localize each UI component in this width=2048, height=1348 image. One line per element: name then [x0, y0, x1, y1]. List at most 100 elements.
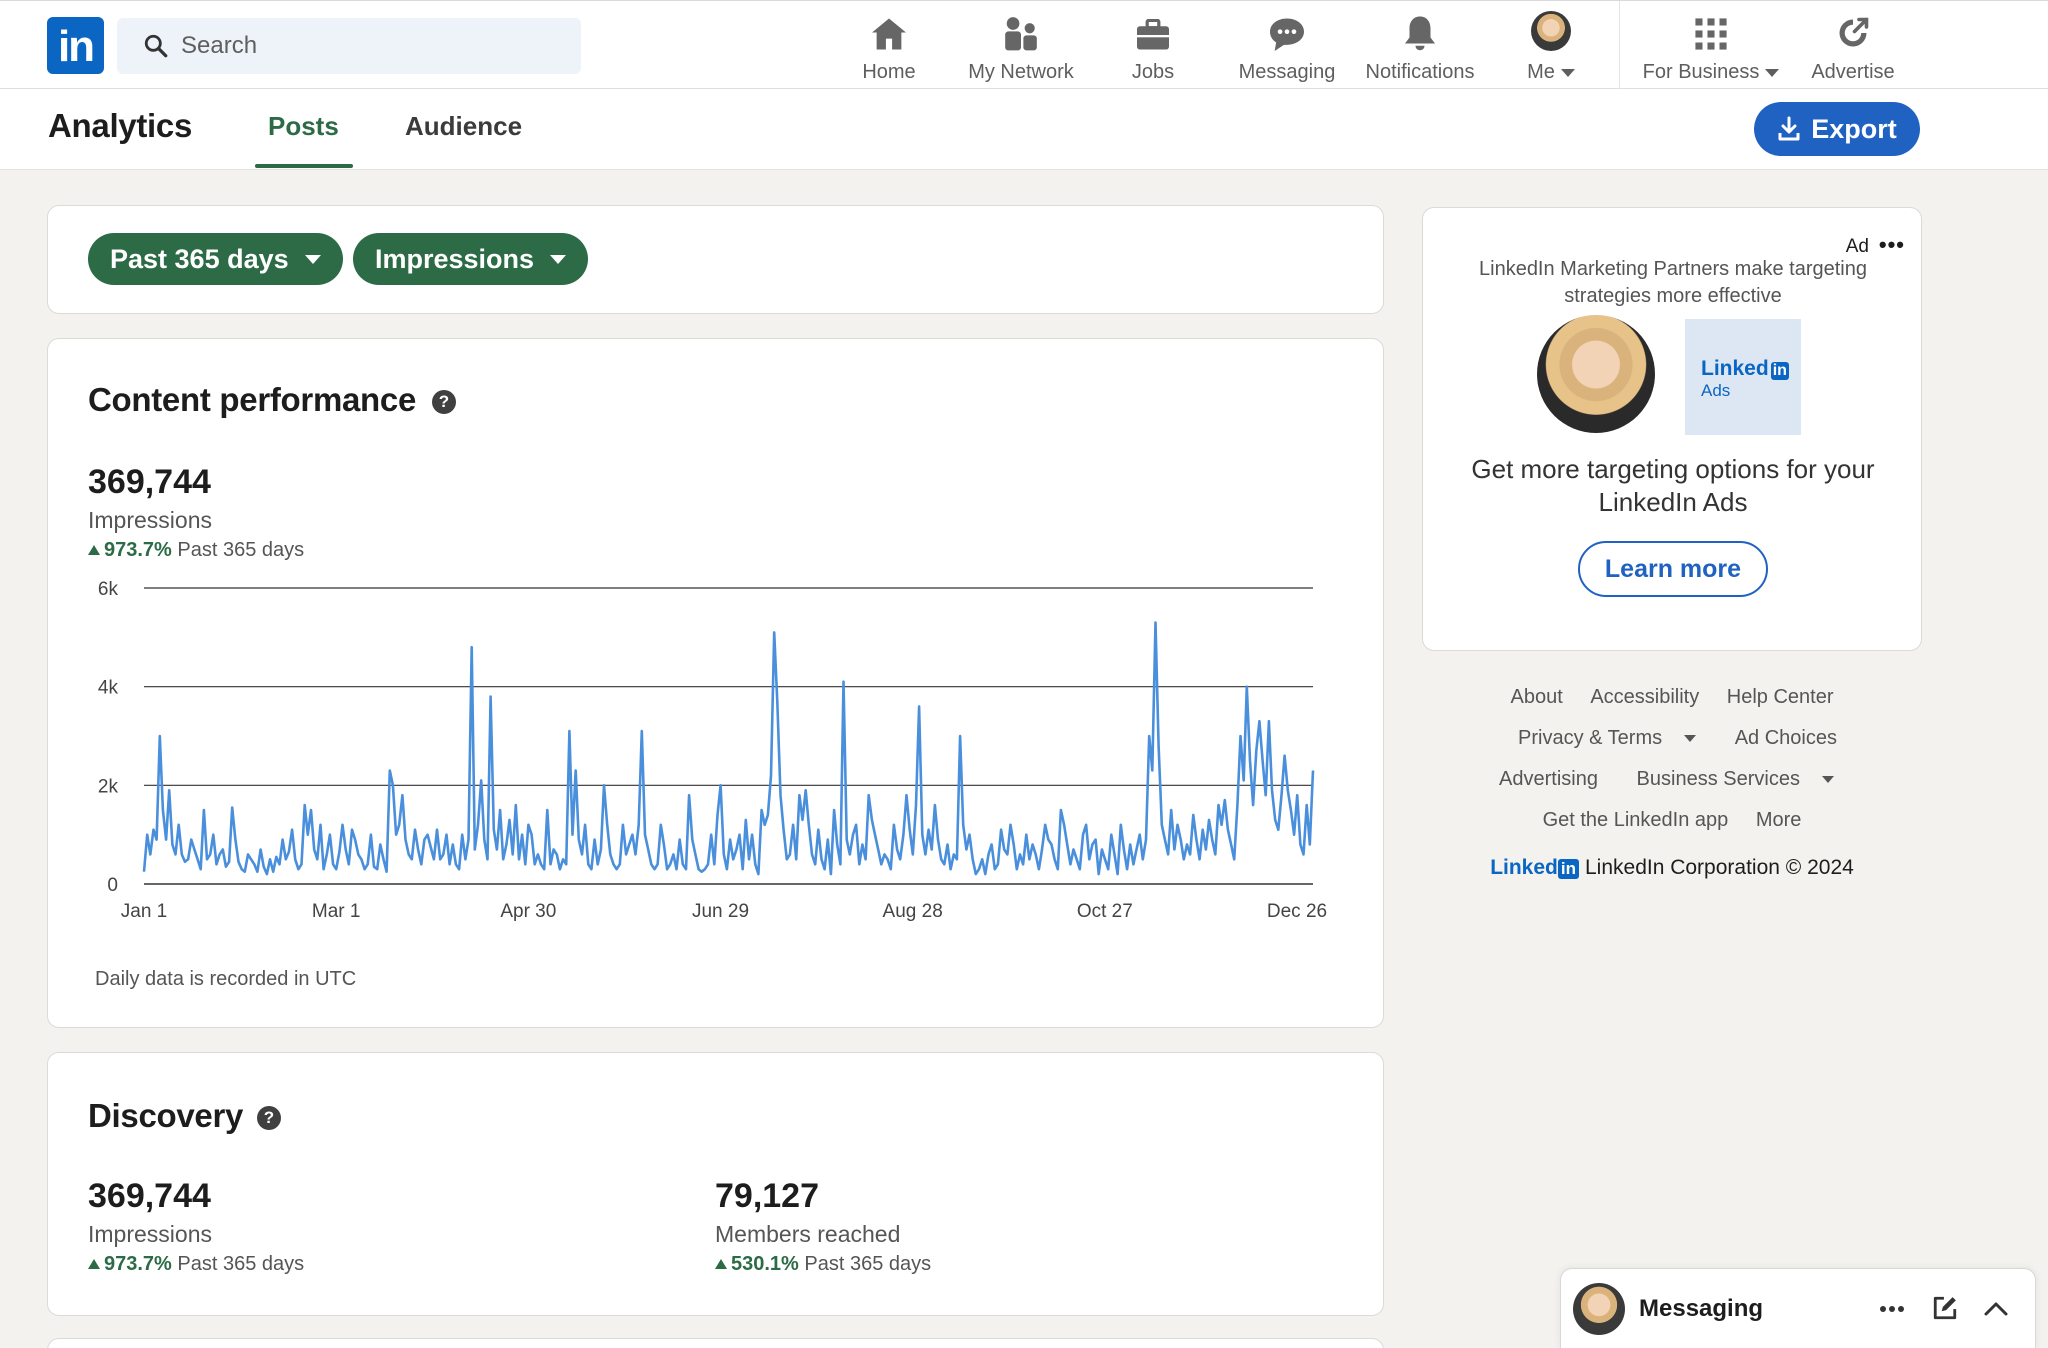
chat-icon: [1270, 18, 1304, 51]
next-card: [47, 1338, 1384, 1348]
search-input[interactable]: [181, 18, 571, 74]
x-tick-label: Jun 29: [692, 901, 749, 922]
nav-label: Advertise: [1811, 61, 1895, 83]
x-tick-label: Dec 26: [1267, 901, 1327, 922]
top-navigation: in Home My Network Jobs Messaging Notifi…: [0, 0, 2048, 89]
y-tick-label: 2k: [98, 776, 119, 797]
active-tab-indicator: [255, 164, 353, 168]
logo-sub: Ads: [1701, 381, 1731, 400]
compose-icon[interactable]: [1932, 1295, 1958, 1321]
nav-label: Notifications: [1365, 61, 1475, 83]
nav-messaging[interactable]: Messaging: [1234, 11, 1340, 83]
footer-link-help-center[interactable]: Help Center: [1727, 686, 1834, 708]
date-range-dropdown[interactable]: Past 365 days: [88, 233, 343, 285]
briefcase-icon: [1137, 19, 1169, 50]
compass-icon: [1839, 17, 1869, 47]
tab-posts[interactable]: Posts: [268, 111, 339, 142]
nav-advertise[interactable]: Advertise: [1808, 11, 1898, 83]
ad-label: Ad: [1845, 236, 1869, 257]
nav-notifications[interactable]: Notifications: [1358, 11, 1482, 83]
trend-up-icon: [88, 1259, 100, 1269]
chevron-down-icon: [304, 254, 321, 264]
members-reached-value: 79,127: [715, 1177, 819, 1215]
trend-up-icon: [715, 1259, 727, 1269]
x-tick-label: Aug 28: [883, 901, 943, 922]
messaging-title: Messaging: [1639, 1295, 1764, 1322]
members-reached-label: Members reached: [715, 1221, 901, 1247]
x-tick-label: Mar 1: [312, 901, 361, 922]
more-options-icon[interactable]: [1879, 1305, 1905, 1313]
y-tick-label: 4k: [98, 678, 119, 699]
nav-label: Jobs: [1131, 61, 1175, 83]
nav-label: Home: [862, 61, 916, 83]
copyright: Linked in LinkedIn Corporation © 2024: [1422, 856, 1922, 880]
footer-link-ad-choices[interactable]: Ad Choices: [1735, 727, 1837, 749]
x-tick-label: Apr 30: [500, 901, 556, 922]
section-title: Discovery: [88, 1097, 244, 1134]
linkedin-ads-logo: Linked in Ads: [1685, 319, 1801, 435]
nav-for-business[interactable]: For Business: [1638, 11, 1784, 83]
chevron-down-icon: [1684, 735, 1697, 743]
metric-label: Impressions: [375, 243, 535, 274]
copyright-text: LinkedIn Corporation © 2024: [1584, 856, 1854, 879]
more-options-icon[interactable]: •••: [1879, 232, 1905, 258]
footer-link-get-app[interactable]: Get the LinkedIn app: [1543, 809, 1729, 831]
tab-audience[interactable]: Audience: [405, 111, 522, 142]
grid-icon: [1695, 18, 1727, 50]
help-icon[interactable]: ?: [257, 1106, 281, 1130]
nav-me[interactable]: Me: [1516, 11, 1586, 83]
nav-my-network[interactable]: My Network: [960, 11, 1082, 83]
footer-link-about[interactable]: About: [1510, 686, 1562, 708]
learn-more-button[interactable]: Learn more: [1578, 541, 1768, 597]
delta-period: Past 365 days: [177, 1253, 305, 1275]
avatar: [1573, 1283, 1625, 1335]
nav-label: Messaging: [1238, 61, 1336, 83]
delta-period: Past 365 days: [804, 1253, 932, 1275]
footer-link-accessibility[interactable]: Accessibility: [1590, 686, 1699, 708]
linkedin-wordmark: Linked: [1490, 856, 1558, 879]
content-performance-card: Content performance ? 369,744 Impression…: [47, 338, 1384, 1028]
x-tick-label: Oct 27: [1077, 901, 1133, 922]
download-icon: [1778, 116, 1800, 141]
discovery-impressions-label: Impressions: [88, 1221, 212, 1247]
discovery-impressions-delta: 973.7% Past 365 days: [88, 1253, 304, 1276]
linkedin-logo[interactable]: in: [47, 17, 104, 74]
metric-dropdown[interactable]: Impressions: [353, 233, 589, 285]
linkedin-in-badge: in: [1557, 859, 1579, 879]
export-label: Export: [1811, 113, 1897, 144]
footer-link-more[interactable]: More: [1756, 809, 1802, 831]
home-icon: [872, 18, 906, 50]
nav-label: My Network: [968, 61, 1074, 83]
ad-subtitle: LinkedIn Marketing Partners make targeti…: [1479, 258, 1867, 307]
chevron-down-icon: [550, 254, 567, 264]
chevron-up-icon[interactable]: [1983, 1299, 2009, 1317]
filter-card: Past 365 days Impressions: [47, 205, 1384, 314]
date-range-label: Past 365 days: [110, 243, 289, 274]
page-title: Analytics: [48, 107, 193, 144]
chevron-down-icon: [1765, 68, 1780, 77]
footer-link-business-services[interactable]: Business Services: [1626, 768, 1845, 790]
messaging-overlay[interactable]: Messaging: [1560, 1268, 2036, 1348]
impressions-line-chart: 0 2k 4k 6k Jan 1 Mar 1 Apr 30 Jun 29 Aug 28 Oct 2…: [98, 579, 1327, 922]
bell-icon: [1405, 16, 1435, 51]
member-photo: [1537, 315, 1655, 433]
nav-jobs[interactable]: Jobs: [1124, 11, 1182, 83]
search-box[interactable]: [117, 18, 581, 74]
search-icon: [144, 34, 168, 58]
export-button[interactable]: Export: [1754, 102, 1920, 156]
impressions-series-line[interactable]: [142, 621, 1315, 876]
analytics-header: Analytics Posts Audience Export: [0, 89, 2048, 170]
footer-link-privacy-terms[interactable]: Privacy & Terms: [1507, 727, 1707, 749]
delta-percent: 973.7%: [104, 1253, 172, 1275]
nav-home[interactable]: Home: [850, 11, 928, 83]
footer-link-advertising[interactable]: Advertising: [1499, 768, 1598, 790]
x-tick-label: Jan 1: [121, 901, 167, 922]
nav-label: For Business: [1642, 61, 1760, 83]
y-tick-label: 6k: [98, 579, 119, 600]
ad-card: Ad ••• LinkedIn Marketing Partners make …: [1422, 207, 1922, 651]
nav-divider: [1619, 1, 1620, 89]
ad-headline: Get more targeting options for your Link…: [1471, 454, 1875, 517]
chevron-down-icon: [1560, 68, 1575, 77]
logo-text: Linked: [1701, 357, 1769, 380]
logo-in: in: [1770, 362, 1789, 380]
